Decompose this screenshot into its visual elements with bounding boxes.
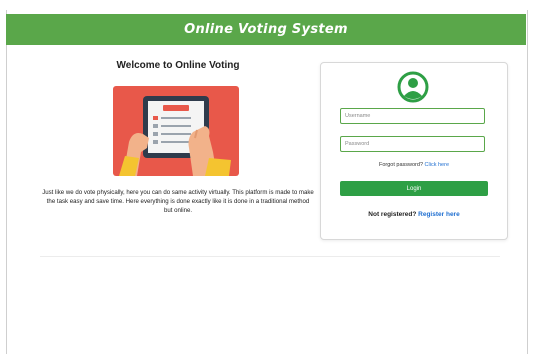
section-divider [40,256,500,257]
forgot-password-row: Forgot password? Click here [321,162,507,168]
welcome-title: Welcome to Online Voting [116,60,240,71]
login-card: Forgot password? Click here Login Not re… [320,62,508,240]
app-header: Online Voting System [6,14,526,45]
login-button[interactable]: Login [340,181,488,196]
username-input[interactable] [340,108,485,124]
welcome-description: Just like we do vote physically, here yo… [42,189,314,214]
app-title: Online Voting System [184,22,348,37]
forgot-password-link[interactable]: Click here [425,162,449,168]
password-input[interactable] [340,136,485,152]
register-link[interactable]: Register here [418,211,460,218]
forgot-password-text: Forgot password? [378,162,424,168]
register-row: Not registered? Register here [321,211,507,218]
voting-tablet-illustration [113,86,239,176]
register-text: Not registered? [368,211,417,218]
user-avatar-icon [397,71,429,103]
